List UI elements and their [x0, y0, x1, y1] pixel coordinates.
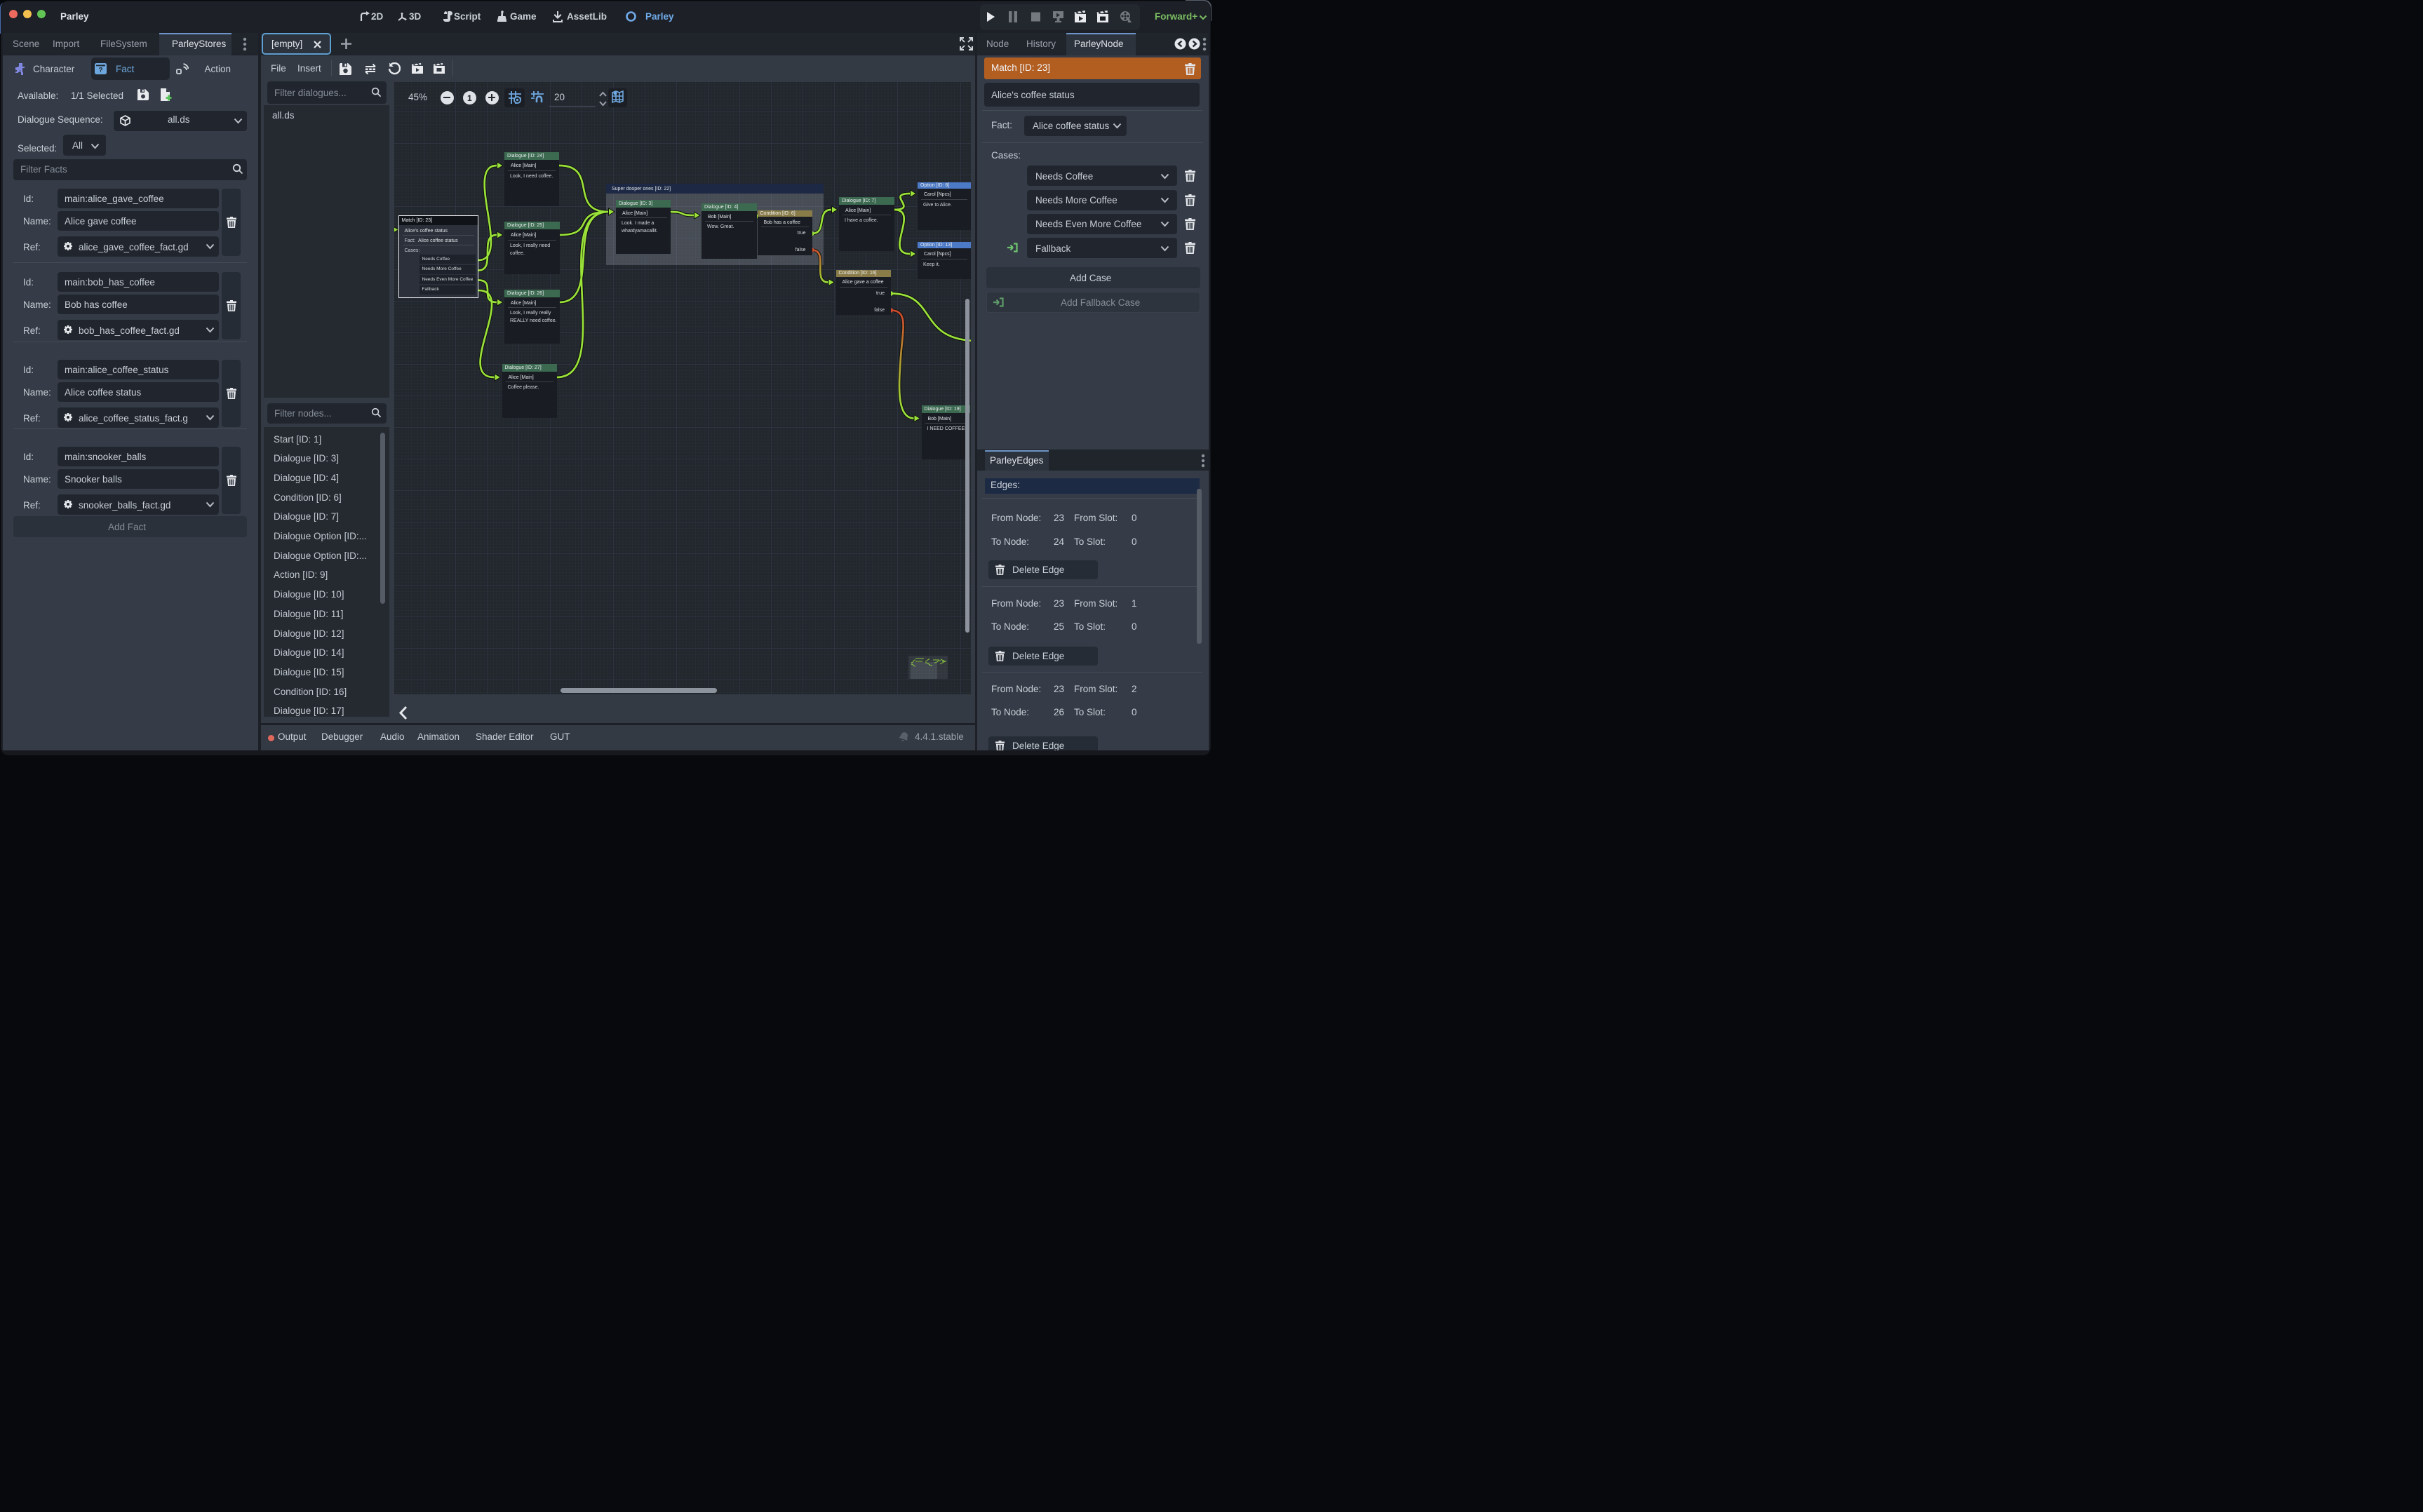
- svg-text:?: ?: [98, 67, 102, 74]
